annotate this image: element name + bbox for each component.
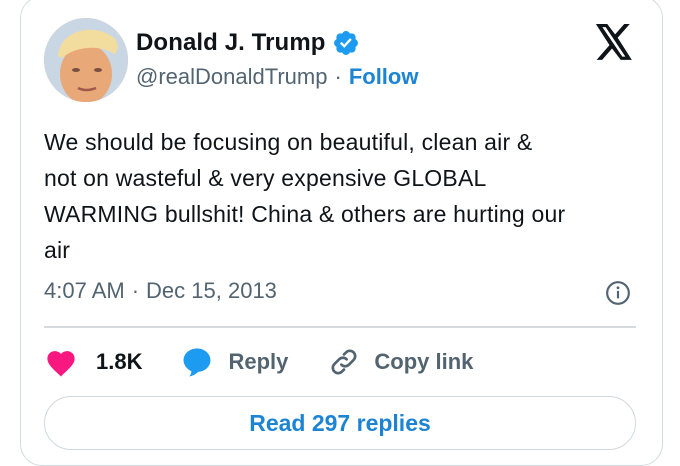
reply-label: Reply	[228, 349, 289, 374]
author-handle[interactable]: @realDonaldTrump	[136, 64, 327, 90]
follow-button[interactable]: Follow	[349, 64, 419, 90]
read-replies-button[interactable]: Read 297 replies	[44, 396, 636, 450]
like-button[interactable]: 1.8K	[44, 347, 142, 377]
like-count: 1.8K	[96, 349, 143, 374]
author-handle-row: @realDonaldTrump · Follow	[136, 64, 418, 90]
author-name[interactable]: Donald J. Trump	[136, 29, 326, 57]
tweet-text: We should be focusing on beautiful, clea…	[44, 124, 644, 268]
tweet-date: Dec 15, 2013	[146, 278, 277, 303]
tweet-text-line: WARMING bullshit! China & others are hur…	[44, 201, 566, 227]
separator-dot: ·	[334, 64, 342, 89]
x-logo-icon[interactable]	[594, 24, 634, 60]
tweet-text-line: air	[44, 237, 71, 263]
avatar[interactable]	[44, 18, 128, 102]
tweet-text-line: not on wasteful & very expensive GLOBAL	[44, 165, 487, 191]
tweet-time: 4:07 AM	[44, 278, 125, 303]
divider	[44, 326, 636, 328]
author-name-row: Donald J. Trump	[136, 27, 360, 59]
link-icon	[331, 349, 357, 375]
separator-dot: ·	[131, 278, 140, 303]
reply-bubble-icon	[184, 348, 211, 377]
reply-button[interactable]: Reply	[180, 345, 288, 379]
tweet-timestamp[interactable]: 4:07 AM · Dec 15, 2013	[44, 278, 277, 304]
action-bar: 1.8K Reply Copy link	[44, 340, 473, 384]
copy-link-button[interactable]: Copy link	[328, 346, 473, 378]
heart-icon	[47, 351, 75, 377]
tweet-text-line: We should be focusing on beautiful, clea…	[44, 129, 533, 155]
copy-link-label: Copy link	[374, 349, 474, 374]
verified-badge-icon	[333, 31, 358, 55]
info-icon[interactable]	[605, 280, 631, 306]
